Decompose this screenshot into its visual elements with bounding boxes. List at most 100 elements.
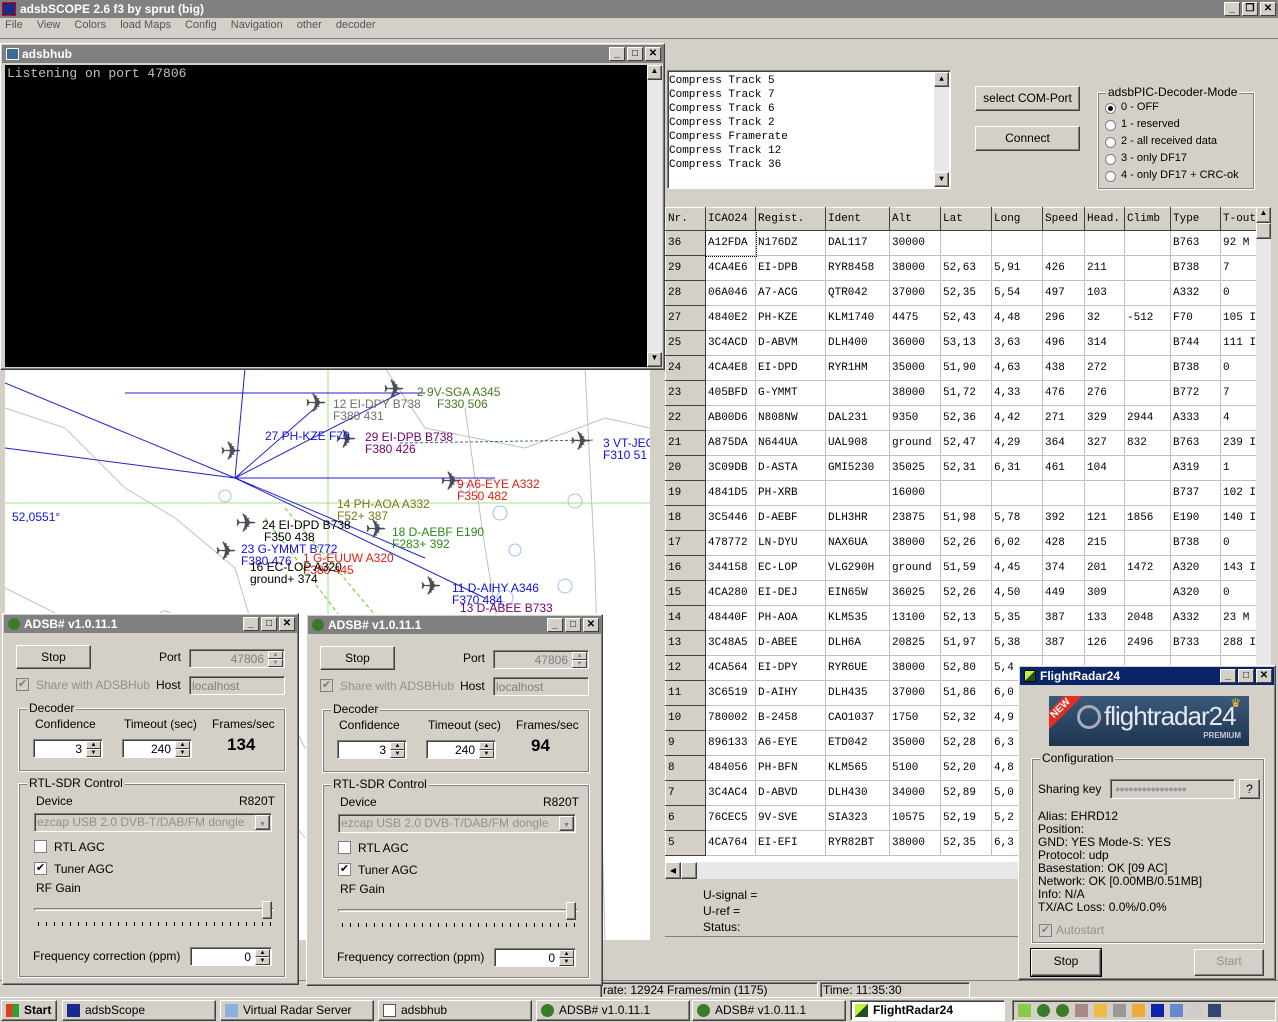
tray-icon[interactable] <box>1018 1004 1031 1017</box>
menu-config[interactable]: Config <box>185 19 217 31</box>
task-adsbhub[interactable]: adsbhub <box>378 1000 532 1021</box>
freq-correction-field[interactable]: 0 ▲ ▼ <box>494 948 576 967</box>
table-row[interactable]: 27 4840E2 PH-KZE KLM1740 4475 52,43 4,48 296 32-… <box>665 305 1271 331</box>
host-field[interactable]: localhost <box>493 677 589 696</box>
adsb-stop-button[interactable]: Stop <box>16 645 91 669</box>
maximize-button[interactable]: □ <box>565 618 581 632</box>
task-adsb-sharp-1[interactable]: ADSB# v1.0.11.1 <box>536 1000 690 1021</box>
menu-colors[interactable]: Colors <box>74 19 106 31</box>
table-row[interactable]: 20 3C09DB D-ASTA GMI5230 35025 52,31 6,31 461 10… <box>665 455 1271 481</box>
column-header[interactable]: Nr. <box>665 207 706 231</box>
tray-icon[interactable] <box>1113 1004 1126 1017</box>
close-button[interactable]: ✕ <box>1260 2 1276 16</box>
column-header[interactable]: Ident <box>825 207 890 231</box>
table-row[interactable]: 17 478772 LN-DYU NAX6UA 38000 52,26 6,02 428 215… <box>665 530 1271 556</box>
column-header[interactable]: Alt <box>889 207 941 231</box>
log-scrollbar[interactable]: ▲ ▼ <box>934 72 949 187</box>
minimize-button[interactable]: _ <box>1224 2 1240 16</box>
tray-icon[interactable] <box>1151 1004 1164 1017</box>
adsb-stop-button[interactable]: Stop <box>320 646 395 670</box>
mode-radio[interactable] <box>1105 154 1116 165</box>
close-button[interactable]: ✕ <box>583 618 599 632</box>
help-button[interactable]: ? <box>1239 779 1260 799</box>
table-row[interactable]: 13 3C48A5 D-ABEE DLH6A 20825 51,97 5,38 387 126 2… <box>665 630 1271 656</box>
close-button[interactable]: ✕ <box>279 617 295 631</box>
plane-icon[interactable]: ✈ <box>235 510 257 536</box>
tray-icon[interactable] <box>1037 1004 1050 1017</box>
close-button[interactable]: ✕ <box>1256 669 1272 683</box>
column-header[interactable]: Speed <box>1042 207 1085 231</box>
task-adsbscope[interactable]: adsbScope <box>62 1000 216 1021</box>
tuner-agc-checkbox[interactable]: ✔ <box>338 863 351 876</box>
table-row[interactable]: 28 06A046 A7-ACG QTR042 37000 52,35 5,54 497 103… <box>665 280 1271 306</box>
table-row[interactable]: 22 AB00D6 N808NW DAL231 9350 52,36 4,42 271 329 2… <box>665 405 1271 431</box>
menu-other[interactable]: other <box>297 19 322 31</box>
share-checkbox[interactable]: ✔ <box>320 679 333 692</box>
menu-navigation[interactable]: Navigation <box>231 19 283 31</box>
table-row[interactable]: 15 4CA280 EI-DEJ EIN65W 36025 52,26 4,50 449 309… <box>665 580 1271 606</box>
table-row[interactable]: 24 4CA4E8 EI-DPD RYR1HM 35000 51,90 4,63 438 272… <box>665 355 1271 381</box>
table-row[interactable]: 25 3C4ACD D-ABVM DLH400 36000 53,13 3,63 496 314… <box>665 330 1271 356</box>
column-header[interactable]: Regist. <box>755 207 826 231</box>
rf-gain-slider[interactable] <box>34 908 274 911</box>
rf-gain-thumb[interactable] <box>566 902 576 920</box>
fr24-stop-button[interactable]: Stop <box>1030 948 1102 977</box>
column-header[interactable]: Type <box>1170 207 1221 231</box>
table-row[interactable]: 23 405BFD G-YMMT 38000 51,72 4,33 476 276 B772 7 <box>665 380 1271 406</box>
table-hscrollbar[interactable]: ◀ <box>665 862 1058 879</box>
mode-radio[interactable] <box>1105 171 1116 182</box>
tray-icon[interactable] <box>1132 1004 1145 1017</box>
menu-decoder[interactable]: decoder <box>336 19 376 31</box>
column-header[interactable]: ICAO24 <box>705 207 756 231</box>
log-list[interactable]: Compress Track 5 Compress Track 7 Compress… <box>667 70 951 189</box>
minimize-button[interactable]: _ <box>547 618 563 632</box>
table-row[interactable]: 19 4841D5 PH-XRB 16000 B737 102 I <box>665 480 1271 506</box>
mode-radio[interactable] <box>1105 137 1116 148</box>
rtl-agc-checkbox[interactable] <box>34 840 47 853</box>
table-row[interactable]: 36 A12FDA N176DZ DAL117 30000 B763 92 M <box>665 229 1271 257</box>
tray-icon[interactable] <box>1094 1004 1107 1017</box>
menu-view[interactable]: View <box>37 19 61 31</box>
plane-icon[interactable]: ✈ <box>215 538 237 564</box>
plane-icon[interactable]: ✈ <box>305 390 327 416</box>
share-checkbox[interactable]: ✔ <box>16 678 29 691</box>
column-header[interactable]: Lat <box>940 207 992 231</box>
rf-gain-thumb[interactable] <box>262 901 272 919</box>
timeout-field[interactable]: 240 ▲ ▼ <box>122 739 192 758</box>
device-select[interactable]: ezcap USB 2.0 DVB-T/DAB/FM dongle ▼ <box>34 813 272 832</box>
plane-icon[interactable]: ✈ <box>420 573 442 599</box>
tuner-agc-checkbox[interactable]: ✔ <box>34 862 47 875</box>
table-row[interactable]: 16 344158 EC-LOP VLG290H ground 51,59 4,45 374 2… <box>665 555 1271 581</box>
select-com-port-button[interactable]: select COM-Port <box>975 86 1080 111</box>
close-button[interactable]: ✕ <box>645 47 661 61</box>
mode-radio[interactable] <box>1105 120 1116 131</box>
task-virtual-radar[interactable]: Virtual Radar Server <box>220 1000 374 1021</box>
sharing-key-field[interactable]: ●●●●●●●●●●●●●●●● <box>1110 779 1235 799</box>
timeout-field[interactable]: 240 ▲ ▼ <box>426 740 496 759</box>
tray-icon[interactable] <box>1056 1004 1069 1017</box>
menu-file[interactable]: File <box>5 19 23 31</box>
column-header[interactable]: Long <box>991 207 1043 231</box>
tray-icon[interactable] <box>1208 1004 1221 1017</box>
start-button[interactable]: Start <box>1 1000 57 1021</box>
confidence-field[interactable]: 3 ▲ ▼ <box>33 739 103 758</box>
table-row[interactable]: 18 3C5446 D-AEBF DLH3HR 23875 51,98 5,78 392 121… <box>665 505 1271 531</box>
maximize-button[interactable]: □ <box>627 47 643 61</box>
tray-icon[interactable] <box>1189 1004 1202 1017</box>
mode-radio[interactable] <box>1105 103 1116 114</box>
task-flightradar24[interactable]: FlightRadar24 <box>850 1000 1005 1021</box>
tray-icon[interactable] <box>1170 1004 1183 1017</box>
table-row[interactable]: 21 A875DA N644UA UAL908 ground 52,47 4,29 364 32… <box>665 430 1271 456</box>
column-header[interactable]: Climb <box>1124 207 1171 231</box>
maximize-button[interactable]: □ <box>1238 669 1254 683</box>
restore-button[interactable]: ❐ <box>1242 2 1258 16</box>
table-row[interactable]: 29 4CA4E6 EI-DPB RYR8458 38000 52,63 5,91 426 21… <box>665 255 1271 281</box>
autostart-checkbox[interactable]: ✔ <box>1039 924 1052 937</box>
confidence-field[interactable]: 3 ▲ ▼ <box>337 740 407 759</box>
minimize-button[interactable]: _ <box>1220 669 1236 683</box>
plane-icon[interactable]: ✈ <box>220 438 242 464</box>
menu-load-maps[interactable]: load Maps <box>120 19 171 31</box>
minimize-button[interactable]: _ <box>243 617 259 631</box>
rf-gain-slider[interactable] <box>338 909 578 912</box>
device-select[interactable]: ezcap USB 2.0 DVB-T/DAB/FM dongle ▼ <box>338 814 576 833</box>
